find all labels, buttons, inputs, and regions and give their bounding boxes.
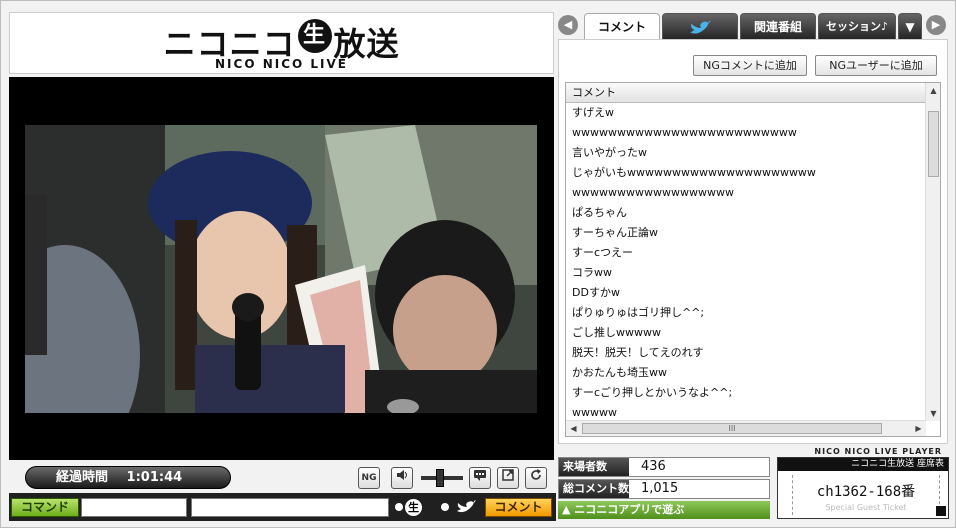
tab-session[interactable]: セッション♪ <box>818 13 896 40</box>
scroll-right-arrow[interactable]: ▶ <box>911 421 926 436</box>
niconico-live-player: ニコニコ生放送 NICO NICO LIVE 経過時間 1:01:44 NG コ… <box>0 0 956 528</box>
ng-settings-button[interactable]: NG <box>358 467 380 489</box>
twitter-bird-icon <box>456 500 476 513</box>
comment-row[interactable]: すーちゃん正論w <box>566 223 926 243</box>
comment-input-row: コマンド 生 コメント <box>9 493 556 521</box>
total-comments-label: 総コメント数 <box>559 480 629 498</box>
comment-list[interactable]: コメント すげえw wwwwwwwwwwwwwwwwwwwwwwwww 言いやが… <box>565 82 941 437</box>
speaker-icon <box>397 470 407 480</box>
ng-icon: NG <box>361 473 377 483</box>
vertical-scroll-thumb[interactable] <box>928 111 939 177</box>
twitter-bird-icon <box>690 19 711 34</box>
scroll-left-arrow[interactable]: ◀ <box>566 421 581 436</box>
video-player-area: ニコニコ生放送 NICO NICO LIVE 経過時間 1:01:44 NG コ… <box>9 9 556 524</box>
tabs-next-arrow[interactable]: ▶ <box>926 15 946 35</box>
ng-user-add-button[interactable]: NGユーザーに追加 <box>815 55 937 76</box>
command-button[interactable]: コマンド <box>11 498 79 517</box>
comment-row[interactable]: wwwww <box>566 403 926 421</box>
comment-row[interactable]: wwwwwwwwwwwwwwwwww <box>566 183 926 203</box>
radio-dot <box>395 503 403 511</box>
comment-horizontal-scrollbar[interactable]: ◀ III ▶ <box>566 420 926 436</box>
tab-twitter[interactable] <box>662 13 738 40</box>
tab-related-programs[interactable]: 関連番組 <box>740 13 816 40</box>
ticket-body: ch1362-168番 Special Guest Ticket <box>792 475 940 515</box>
elapsed-value: 1:01:44 <box>126 470 183 485</box>
video-image <box>25 125 537 413</box>
comment-row[interactable]: すーcつえー <box>566 243 926 263</box>
side-panel: ◀ コメント 関連番組 セッション♪ ▼ ▶ NGコメントに追加 NGユーザーに… <box>558 9 950 524</box>
radio-dot <box>441 503 449 511</box>
comment-row[interactable]: かおたんも埼玉ww <box>566 363 926 383</box>
scroll-down-arrow[interactable]: ▼ <box>926 406 940 421</box>
elapsed-time-display: 経過時間 1:01:44 <box>25 466 231 489</box>
comment-row[interactable]: すげえw <box>566 103 926 123</box>
video-screen[interactable] <box>9 77 554 460</box>
total-comments-value: 1,015 <box>641 481 679 496</box>
seat-ticket: ニコニコ生放送 座席表 ch1362-168番 Special Guest Ti… <box>777 457 949 519</box>
program-stats: 来場者数 436 総コメント数 1,015 ▲ ニコニコアプリで遊ぶ <box>558 457 770 519</box>
fullscreen-button[interactable] <box>497 467 519 489</box>
comment-row[interactable]: wwwwwwwwwwwwwwwwwwwwwwwww <box>566 123 926 143</box>
ticket-seat-number: ch1362-168番 <box>816 484 916 500</box>
comment-list-body: すげえw wwwwwwwwwwwwwwwwwwwwwwwww 言いやがったw じ… <box>566 103 926 421</box>
ticket-footer: Special Guest Ticket <box>825 503 907 512</box>
comment-bubble-icon <box>474 470 486 481</box>
niconico-app-link[interactable]: ▲ ニコニコアプリで遊ぶ <box>558 501 770 519</box>
comment-row[interactable]: ごし推しwwwww <box>566 323 926 343</box>
command-input[interactable] <box>81 498 187 517</box>
tab-more-dropdown[interactable]: ▼ <box>898 13 922 40</box>
post-to-nama-radio[interactable]: 生 <box>395 499 435 516</box>
reload-button[interactable] <box>525 467 547 489</box>
comment-row[interactable]: DDすかw <box>566 283 926 303</box>
ticket-corner-mark <box>936 506 946 516</box>
comment-panel: NGコメントに追加 NGユーザーに追加 コメント すげえw wwwwwwwwww… <box>558 39 948 444</box>
volume-knob[interactable] <box>436 469 444 487</box>
visitors-value: 436 <box>641 459 666 474</box>
panel-tabs: ◀ コメント 関連番組 セッション♪ ▼ ▶ <box>558 11 950 41</box>
comment-toggle-button[interactable] <box>469 467 491 489</box>
total-comments-row: 総コメント数 1,015 <box>558 479 770 499</box>
horizontal-scroll-thumb[interactable]: III <box>582 423 882 434</box>
comment-vertical-scrollbar[interactable]: ▲ ▼ <box>925 83 940 421</box>
comment-row[interactable]: ぱるちゃん <box>566 203 926 223</box>
visitors-row: 来場者数 436 <box>558 457 770 477</box>
niconico-live-logo: ニコニコ生放送 NICO NICO LIVE <box>9 12 554 74</box>
scroll-up-arrow[interactable]: ▲ <box>926 83 940 98</box>
control-bar: 経過時間 1:01:44 NG <box>9 462 554 492</box>
post-to-twitter-radio[interactable] <box>441 499 483 516</box>
comment-row[interactable]: じゃがいもwwwwwwwwwwwwwwwwwwwww <box>566 163 926 183</box>
comment-input[interactable] <box>191 498 389 517</box>
comment-row[interactable]: 言いやがったw <box>566 143 926 163</box>
reload-icon <box>531 469 541 480</box>
fullscreen-icon <box>502 469 514 481</box>
ng-comment-add-button[interactable]: NGコメントに追加 <box>693 55 807 76</box>
logo-nama-circle: 生 <box>297 19 332 53</box>
tab-comments[interactable]: コメント <box>584 13 660 41</box>
send-comment-button[interactable]: コメント <box>485 498 552 517</box>
comment-list-header[interactable]: コメント <box>566 83 926 103</box>
comment-row[interactable]: 脱天！脱天！してえのれす <box>566 343 926 363</box>
volume-slider[interactable] <box>421 469 463 487</box>
comment-row[interactable]: すーcごり押しとかいうなよ^^; <box>566 383 926 403</box>
visitors-label: 来場者数 <box>559 458 629 476</box>
ticket-header: ニコニコ生放送 座席表 <box>778 458 948 471</box>
comment-row[interactable]: コラww <box>566 263 926 283</box>
volume-button[interactable] <box>391 467 413 489</box>
video-frame[interactable] <box>25 125 537 413</box>
comment-row[interactable]: ぱりゅりゅはゴリ押し^^; <box>566 303 926 323</box>
elapsed-label: 経過時間 <box>56 470 109 485</box>
tabs-prev-arrow[interactable]: ◀ <box>558 15 578 35</box>
player-brand-label: NICO NICO LIVE PLAYER <box>814 447 942 456</box>
logo-subtitle: NICO NICO LIVE <box>215 57 348 71</box>
nama-icon: 生 <box>405 499 422 516</box>
